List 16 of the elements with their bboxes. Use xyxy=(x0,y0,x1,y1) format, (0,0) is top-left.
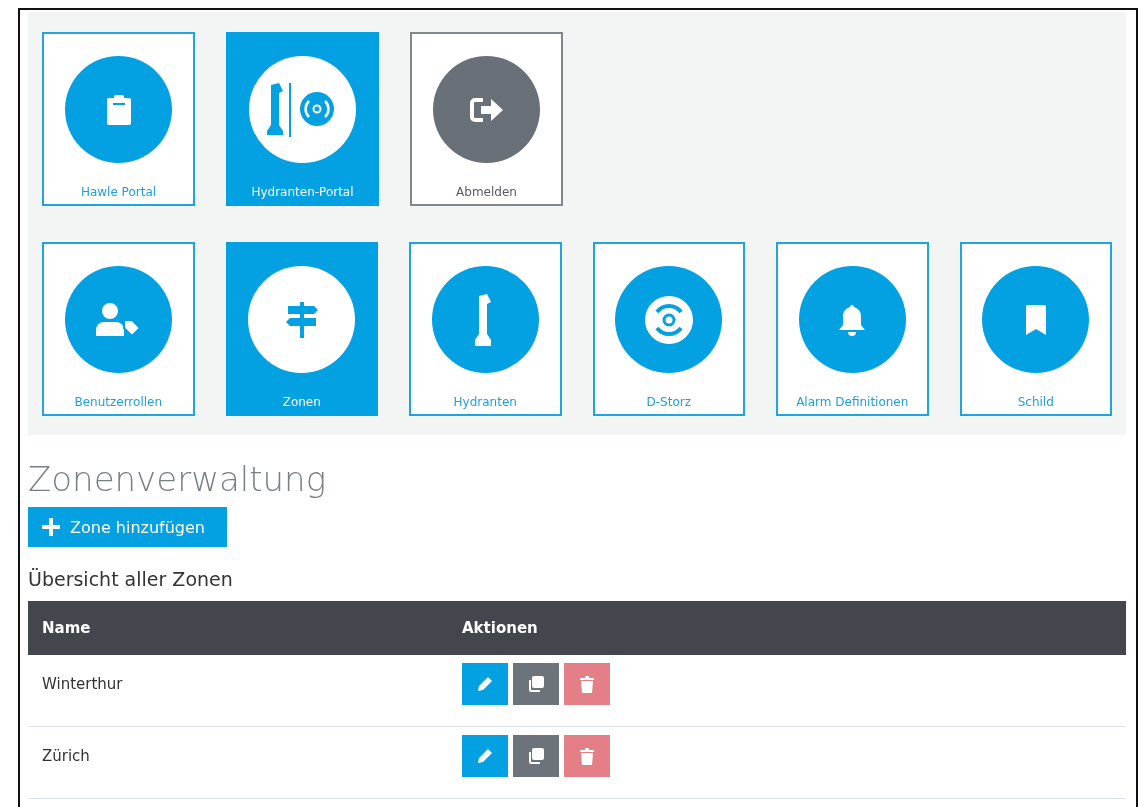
nav-tile[interactable]: Alarm Definitionen xyxy=(776,242,929,416)
add-zone-button[interactable]: Zone hinzufügen xyxy=(28,507,227,547)
nav-tile[interactable]: Benutzerrollen xyxy=(42,242,195,416)
column-header: Name xyxy=(41,619,92,637)
table-cell-text: Zürich xyxy=(41,746,91,767)
nav-tile[interactable]: Zonen xyxy=(225,242,378,416)
page-title: Zonenverwaltung xyxy=(28,458,328,501)
nav-tile[interactable]: Hydranten-Portal xyxy=(226,32,379,206)
nav-tile[interactable]: Hawle Portal xyxy=(42,32,195,206)
section-title: Übersicht aller Zonen xyxy=(28,567,234,592)
nav-tile[interactable]: D-Storz xyxy=(592,242,745,416)
nav-tile[interactable]: Abmelden xyxy=(410,32,563,206)
table-cell-text: Winterthur xyxy=(41,674,124,695)
column-header: Aktionen xyxy=(462,619,538,637)
nav-tile[interactable]: Schild xyxy=(959,242,1112,416)
nav-tile[interactable]: Hydranten xyxy=(409,242,562,416)
